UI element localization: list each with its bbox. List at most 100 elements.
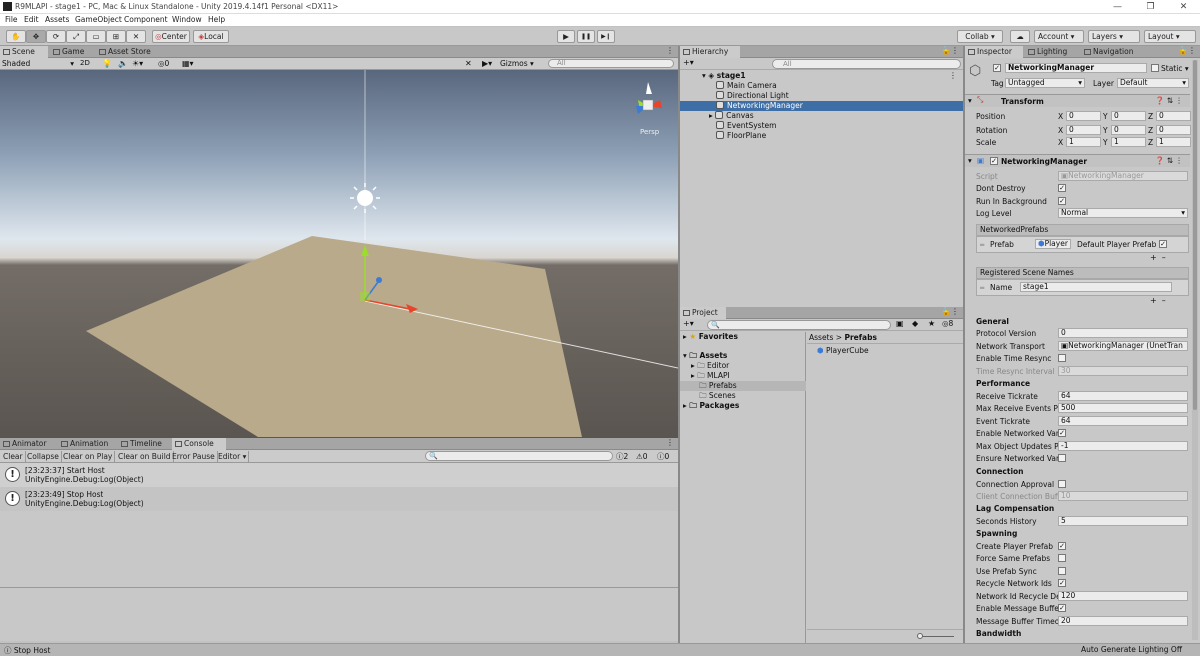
favorite-star-icon[interactable]: ★ [928, 319, 935, 328]
menu-assets[interactable]: Assets [45, 15, 69, 24]
create-dropdown[interactable]: +▾ [683, 58, 694, 67]
close-button[interactable]: ✕ [1167, 0, 1200, 14]
more-options-icon[interactable]: ⋮ [666, 46, 674, 55]
scene-name-field[interactable]: stage1 [1020, 282, 1172, 292]
error-pause-button[interactable]: Error Pause [170, 451, 218, 462]
transform-header[interactable]: ▾ ⤡ Transform ❓ ⇅ ⋮ [965, 94, 1190, 107]
object-name-field[interactable]: NetworkingManager [1005, 63, 1147, 73]
recycle-network-ids-checkbox[interactable]: ✓ [1058, 579, 1066, 587]
tree-item-editor[interactable]: ▸ 🗀 Editor [680, 361, 806, 371]
scale-tool-icon[interactable]: ⤢ [66, 30, 86, 43]
drag-handle-icon[interactable]: ═ [980, 241, 984, 249]
menu-help[interactable]: Help [208, 15, 225, 24]
gizmos-dropdown[interactable]: Gizmos ▾ [500, 58, 534, 69]
grid-toggle-icon[interactable]: ▦▾ [182, 58, 194, 69]
lock-icon[interactable]: 🔒⋮ [1178, 46, 1196, 55]
network-id-recycle-delay-field[interactable]: 120 [1058, 591, 1188, 601]
layers-dropdown[interactable]: Layers ▾ [1088, 30, 1140, 43]
rect-tool-icon[interactable]: ▭ [86, 30, 106, 43]
clear-button[interactable]: Clear [1, 451, 26, 462]
transform-tool-icon[interactable]: ⊞ [106, 30, 126, 43]
custom-tool-icon[interactable]: ✕ [126, 30, 146, 43]
tab-navigation[interactable]: Navigation [1081, 46, 1145, 58]
rotation-y-field[interactable]: 0 [1111, 125, 1146, 135]
use-prefab-sync-checkbox[interactable] [1058, 567, 1066, 575]
collab-button[interactable]: Collab ▾ [957, 30, 1003, 43]
tab-animation[interactable]: Animation [58, 438, 116, 450]
static-dropdown[interactable]: Static ▾ [1161, 64, 1189, 73]
tab-console[interactable]: Console [172, 438, 226, 450]
asset-item-playercube[interactable]: ⬢ PlayerCube [817, 346, 957, 356]
move-tool-icon[interactable]: ✥ [26, 30, 46, 43]
tab-game[interactable]: Game [50, 46, 94, 58]
tab-hierarchy[interactable]: Hierarchy [680, 46, 740, 58]
inspector-scrollbar[interactable] [1192, 60, 1198, 640]
breadcrumb-prefabs[interactable]: Prefabs [844, 333, 876, 342]
tab-timeline[interactable]: Timeline [118, 438, 170, 450]
add-remove-prefab-buttons[interactable]: + – [1150, 253, 1166, 262]
tab-lighting[interactable]: Lighting [1025, 46, 1079, 58]
component-icons[interactable]: ❓ ⇅ ⋮ [1155, 96, 1183, 105]
position-y-field[interactable]: 0 [1111, 111, 1146, 121]
warning-count-toggle[interactable]: ⚠0 [636, 451, 648, 462]
hand-tool-icon[interactable]: ✋ [6, 30, 26, 43]
tree-item-assets[interactable]: ▾ 🗀 Assets [680, 351, 806, 361]
enable-time-resync-checkbox[interactable] [1058, 354, 1066, 362]
tree-item-favorites[interactable]: ▸ ★ Favorites [680, 332, 806, 342]
network-transport-field[interactable]: ▣NetworkingManager (UnetTran [1058, 341, 1188, 351]
create-player-prefab-checkbox[interactable]: ✓ [1058, 542, 1066, 550]
more-options-icon[interactable]: ⋮ [666, 438, 674, 447]
hierarchy-item-eventsystem[interactable]: EventSystem [680, 121, 963, 131]
step-button[interactable]: ▶❙ [597, 30, 615, 43]
lighting-toggle-icon[interactable]: 💡 [102, 58, 112, 69]
console-search-input[interactable]: 🔍 [425, 451, 613, 461]
default-player-prefab-checkbox[interactable]: ✓ [1159, 240, 1167, 248]
maximize-button[interactable]: ❐ [1134, 0, 1167, 14]
shading-mode-dropdown[interactable]: Shaded ▾ [2, 58, 74, 69]
log-entry[interactable]: ! [23:23:37] Start Host UnityEngine.Debu… [0, 463, 678, 487]
add-remove-scene-buttons[interactable]: + – [1150, 296, 1166, 305]
mode-2d-toggle[interactable]: 2D [80, 58, 94, 69]
editor-dropdown[interactable]: Editor ▾ [216, 451, 250, 462]
component-enabled-checkbox[interactable]: ✓ [990, 157, 998, 165]
lock-icon[interactable]: 🔒⋮ [941, 307, 959, 316]
filter-label-icon[interactable]: ◆ [912, 319, 918, 328]
active-checkbox[interactable]: ✓ [993, 64, 1001, 72]
menu-file[interactable]: File [5, 15, 18, 24]
effects-toggle-icon[interactable]: ☀▾ [132, 58, 143, 69]
tree-item-prefabs[interactable]: 🗀 Prefabs [680, 381, 806, 391]
scene-options-icon[interactable]: ⋮ [949, 71, 957, 80]
expand-arrow-icon[interactable]: ▸ [709, 111, 713, 120]
hierarchy-item-canvas[interactable]: ▸ Canvas [680, 111, 963, 121]
clear-on-play-button[interactable]: Clear on Play [61, 451, 116, 462]
seconds-history-field[interactable]: 5 [1058, 516, 1188, 526]
prefab-object-field[interactable]: ⬢Player [1035, 239, 1071, 249]
hidden-objects-toggle[interactable]: ◎0 [158, 58, 169, 69]
rotation-x-field[interactable]: 0 [1066, 125, 1101, 135]
drag-handle-icon[interactable]: ═ [980, 284, 984, 292]
minimize-button[interactable]: — [1101, 0, 1134, 14]
clear-on-build-button[interactable]: Clear on Build [116, 451, 174, 462]
console-divider[interactable] [0, 587, 678, 588]
zoom-slider[interactable] [920, 636, 954, 637]
component-icons[interactable]: ❓ ⇅ ⋮ [1155, 156, 1183, 165]
tools-icon[interactable]: ✕ [465, 58, 472, 69]
tab-project[interactable]: Project [680, 307, 726, 319]
hierarchy-item-networkingmanager[interactable]: NetworkingManager [680, 101, 963, 111]
hierarchy-item-main-camera[interactable]: Main Camera [680, 81, 963, 91]
ensure-networked-var-checkbox[interactable] [1058, 454, 1066, 462]
filter-type-icon[interactable]: ▣ [896, 319, 904, 328]
lock-icon[interactable]: 🔒⋮ [941, 46, 959, 55]
tab-inspector[interactable]: Inspector [965, 46, 1023, 58]
enable-networked-var-checkbox[interactable]: ✓ [1058, 429, 1066, 437]
pivot-center-button[interactable]: ◎Center [152, 30, 190, 43]
scale-z-field[interactable]: 1 [1156, 137, 1191, 147]
hierarchy-item-floorplane[interactable]: FloorPlane [680, 131, 963, 141]
scene-view[interactable]: Persp [0, 70, 678, 438]
dont-destroy-checkbox[interactable]: ✓ [1058, 184, 1066, 192]
max-object-updates-field[interactable]: -1 [1058, 441, 1188, 451]
audio-toggle-icon[interactable]: 🔈 [118, 58, 128, 69]
log-entry[interactable]: ! [23:23:49] Stop Host UnityEngine.Debug… [0, 487, 678, 511]
run-in-background-checkbox[interactable]: ✓ [1058, 197, 1066, 205]
collapse-arrow-icon[interactable]: ▾ [968, 96, 972, 105]
